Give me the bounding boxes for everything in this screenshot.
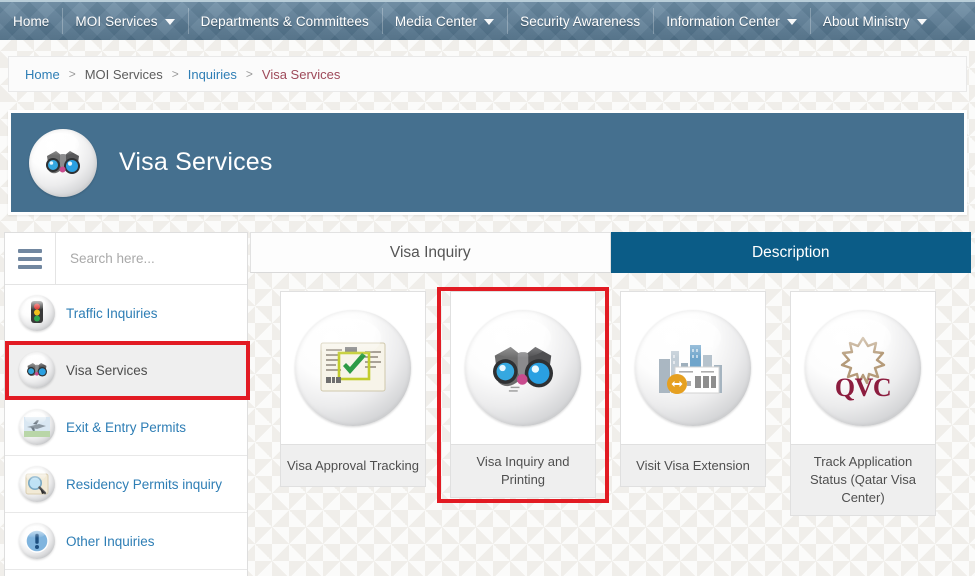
sidebar-item-label: Exit & Entry Permits: [66, 419, 187, 435]
sidebar-search-row: [5, 233, 247, 285]
traffic-light-icon: [19, 295, 55, 331]
nav-item-label: About Ministry: [822, 13, 910, 29]
sidebar-item-label: Other Inquiries: [66, 533, 155, 549]
card-artwork: [451, 292, 595, 444]
service-card-track-application-status[interactable]: QVC Track Application Status (Qatar Visa…: [790, 291, 936, 516]
nav-item-label: Media Center: [394, 13, 478, 29]
breadcrumb-separator: >: [68, 67, 76, 81]
binoculars-icon: [465, 310, 581, 426]
breadcrumb-item-home[interactable]: Home: [25, 67, 60, 82]
chevron-down-icon: [916, 19, 927, 25]
city-extension-icon: [635, 310, 751, 426]
content-panel: Visa Inquiry Description Visa Approval T…: [250, 232, 971, 576]
sidebar-item-label: Visa Services: [66, 362, 148, 378]
magnifier-icon: [19, 466, 55, 502]
nav-item-label: Information Center: [666, 13, 780, 29]
nav-item-about-ministry[interactable]: About Ministry: [809, 2, 940, 40]
tab-label: Description: [751, 243, 830, 261]
nav-item-departments-committees[interactable]: Departments & Committees: [187, 2, 382, 40]
airplane-icon: [19, 409, 55, 445]
tab-visa-inquiry[interactable]: Visa Inquiry: [250, 232, 611, 273]
card-label: Visa Inquiry and Printing: [451, 444, 595, 497]
service-banner: Visa Services: [8, 110, 967, 215]
binoculars-icon: [29, 128, 97, 197]
breadcrumb-item-inquiries[interactable]: Inquiries: [188, 67, 237, 82]
sidebar-item-other-inquiries[interactable]: Other Inquiries: [5, 513, 247, 570]
sidebar-item-traffic-inquiries[interactable]: Traffic Inquiries: [5, 285, 247, 342]
sidebar: Traffic Inquiries Visa Services: [4, 232, 248, 576]
card-artwork: QVC: [791, 292, 935, 444]
nav-item-information-center[interactable]: Information Center: [653, 2, 810, 40]
hamburger-icon[interactable]: [5, 233, 56, 284]
nav-item-moi-services[interactable]: MOI Services: [62, 2, 187, 40]
chevron-down-icon: [484, 19, 495, 25]
document-check-icon: [295, 310, 411, 426]
nav-item-label: Departments & Committees: [200, 13, 369, 29]
breadcrumb-item-visa-services: Visa Services: [261, 66, 341, 82]
top-navigation-bar: Home MOI Services Departments & Committe…: [0, 0, 975, 40]
card-label: Visit Visa Extension: [621, 444, 765, 486]
card-artwork: [281, 292, 425, 444]
nav-item-home[interactable]: Home: [0, 2, 62, 40]
breadcrumb-separator: >: [245, 67, 253, 81]
tab-label: Visa Inquiry: [389, 243, 471, 261]
nav-item-label: Home: [13, 13, 50, 29]
card-label: Visa Approval Tracking: [281, 444, 425, 486]
sidebar-item-visa-services[interactable]: Visa Services: [5, 342, 247, 399]
nav-item-label: Security Awareness: [520, 13, 641, 29]
nav-item-media-center[interactable]: Media Center: [381, 2, 507, 40]
service-card-visit-visa-extension[interactable]: Visit Visa Extension: [620, 291, 766, 487]
svg-text:QVC: QVC: [835, 373, 891, 402]
binoculars-icon: [19, 352, 55, 388]
nav-item-label: MOI Services: [75, 13, 158, 29]
chevron-down-icon: [786, 19, 797, 25]
sidebar-item-label: Residency Permits inquiry: [66, 476, 223, 492]
tab-bar: Visa Inquiry Description: [250, 232, 971, 273]
qvc-logo-icon: QVC: [805, 310, 921, 426]
sidebar-item-residency-permits-inquiry[interactable]: Residency Permits inquiry: [5, 456, 247, 513]
breadcrumb: Home > MOI Services > Inquiries > Visa S…: [8, 56, 967, 92]
tab-description[interactable]: Description: [610, 232, 971, 273]
sidebar-item-exit-entry-permits[interactable]: Exit & Entry Permits: [5, 399, 247, 456]
breadcrumb-separator: >: [171, 67, 179, 81]
chevron-down-icon: [164, 19, 175, 25]
search-input[interactable]: [56, 233, 247, 284]
exclamation-icon: [19, 523, 55, 559]
page-title: Visa Services: [119, 148, 273, 176]
breadcrumb-item-moi-services[interactable]: MOI Services: [85, 67, 163, 82]
service-card-visa-inquiry-and-printing[interactable]: Visa Inquiry and Printing: [450, 291, 596, 498]
sidebar-item-label: Traffic Inquiries: [66, 305, 158, 321]
card-artwork: [621, 292, 765, 444]
nav-item-security-awareness[interactable]: Security Awareness: [507, 2, 653, 40]
card-label: Track Application Status (Qatar Visa Cen…: [791, 444, 935, 515]
service-card-visa-approval-tracking[interactable]: Visa Approval Tracking: [280, 291, 426, 487]
service-card-grid: Visa Approval Tracking Visa Inquiry and …: [250, 273, 971, 516]
